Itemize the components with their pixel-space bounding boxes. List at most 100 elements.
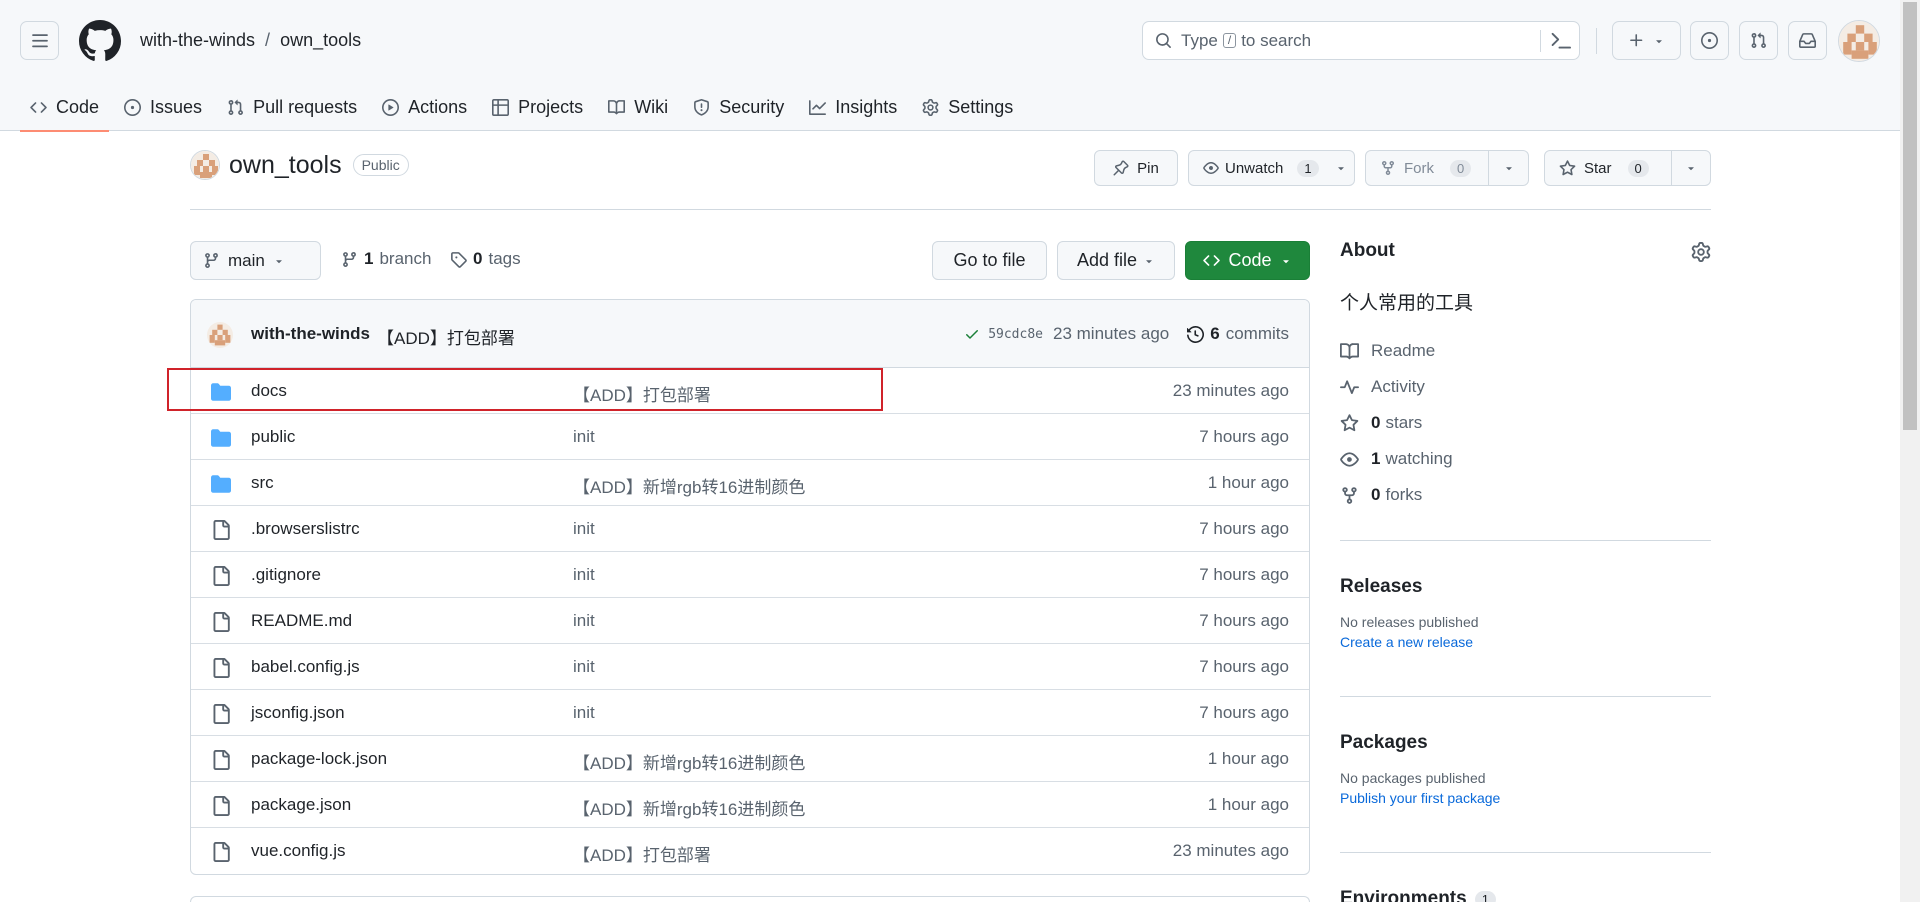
file-commit-message-link[interactable]: init: [573, 657, 595, 677]
tab-security[interactable]: Security: [683, 84, 794, 131]
scrollbar-thumb[interactable]: [1903, 2, 1917, 430]
commit-author-avatar[interactable]: [207, 322, 233, 348]
packages-heading[interactable]: Packages: [1340, 732, 1711, 754]
code-icon: [30, 102, 47, 113]
pin-icon: [1113, 160, 1129, 176]
fork-button[interactable]: Fork 0: [1366, 151, 1488, 185]
watch-dropdown-button[interactable]: [1329, 151, 1354, 185]
tab-wiki[interactable]: Wiki: [598, 84, 678, 131]
file-name-link[interactable]: public: [251, 427, 295, 447]
tab-projects[interactable]: Projects: [482, 84, 593, 131]
file-row[interactable]: .gitignore init 7 hours ago: [191, 552, 1309, 598]
file-row[interactable]: jsconfig.json init 7 hours ago: [191, 690, 1309, 736]
file-name-link[interactable]: package-lock.json: [251, 749, 387, 769]
page-scrollbar[interactable]: [1900, 0, 1920, 902]
file-row[interactable]: package.json 【ADD】新增rgb转16进制颜色 1 hour ago: [191, 782, 1309, 828]
tab-insights[interactable]: Insights: [799, 84, 907, 131]
pull-requests-button[interactable]: [1739, 21, 1778, 60]
commit-author-link[interactable]: with-the-winds: [251, 324, 370, 344]
branches-link[interactable]: 1 branch: [341, 249, 431, 269]
file-row[interactable]: README.md init 7 hours ago: [191, 598, 1309, 644]
tags-link[interactable]: 0 tags: [450, 249, 521, 269]
pin-button[interactable]: Pin: [1094, 150, 1178, 186]
file-commit-message-link[interactable]: init: [573, 519, 595, 539]
file-name-link[interactable]: babel.config.js: [251, 657, 360, 677]
file-row[interactable]: package-lock.json 【ADD】新增rgb转16进制颜色 1 hour…: [191, 736, 1309, 782]
file-commit-message-link[interactable]: init: [573, 703, 595, 723]
check-icon[interactable]: [964, 326, 980, 342]
star-button[interactable]: Star 0: [1545, 151, 1671, 185]
file-row[interactable]: vue.config.js 【ADD】打包部署 23 minutes ago: [191, 828, 1309, 874]
file-name-link[interactable]: docs: [251, 381, 287, 401]
breadcrumb-repo-link[interactable]: own_tools: [280, 30, 361, 51]
file-name-link[interactable]: vue.config.js: [251, 841, 346, 861]
search-input[interactable]: Type / to search: [1142, 21, 1580, 60]
tab-settings[interactable]: Settings: [912, 84, 1023, 131]
file-commit-message-link[interactable]: 【ADD】新增rgb转16进制颜色: [573, 795, 805, 820]
issues-button[interactable]: [1690, 21, 1729, 60]
inbox-button[interactable]: [1788, 21, 1827, 60]
file-icon-wrap: [211, 658, 231, 678]
file-name-link[interactable]: src: [251, 473, 274, 493]
issue-opened-icon: [124, 99, 142, 116]
go-to-file-button[interactable]: Go to file: [932, 241, 1047, 280]
fork-dropdown-button[interactable]: [1489, 151, 1528, 185]
file-row[interactable]: src 【ADD】新增rgb转16进制颜色 1 hour ago: [191, 460, 1309, 506]
file-commit-time: 7 hours ago: [1199, 703, 1289, 722]
file-row[interactable]: .browserslistrc init 7 hours ago: [191, 506, 1309, 552]
branch-select-button[interactable]: main: [190, 241, 321, 280]
commits-link[interactable]: 6 commits: [1187, 324, 1289, 344]
code-dropdown-button[interactable]: Code: [1185, 241, 1310, 280]
file-name-link[interactable]: .browserslistrc: [251, 519, 360, 539]
search-divider: [1540, 30, 1541, 52]
file-row[interactable]: babel.config.js init 7 hours ago: [191, 644, 1309, 690]
star-dropdown-button[interactable]: [1672, 151, 1710, 185]
environments-section[interactable]: Environments 1: [1340, 888, 1496, 902]
fork-button-group: Fork 0: [1365, 150, 1529, 186]
file-row[interactable]: public init 7 hours ago: [191, 414, 1309, 460]
file-commit-message-link[interactable]: 【ADD】新增rgb转16进制颜色: [573, 749, 805, 774]
hamburger-icon: [31, 33, 48, 47]
file-name-link[interactable]: README.md: [251, 611, 352, 631]
unwatch-button[interactable]: Unwatch 1: [1189, 151, 1329, 185]
gear-icon[interactable]: [1691, 242, 1711, 262]
tab-issues[interactable]: Issues: [114, 84, 212, 131]
repo-owner-avatar[interactable]: [190, 150, 220, 180]
menu-button[interactable]: [20, 21, 59, 60]
create-new-button[interactable]: [1612, 21, 1681, 60]
tab-insights-label: Insights: [835, 97, 898, 117]
tab-pull-requests[interactable]: Pull requests: [217, 84, 367, 131]
file-name-link[interactable]: .gitignore: [251, 565, 321, 585]
file-commit-message-link[interactable]: 【ADD】新增rgb转16进制颜色: [573, 473, 805, 498]
tab-actions[interactable]: Actions: [372, 84, 477, 131]
file-icon-wrap: [211, 520, 231, 540]
commit-message-link[interactable]: 【ADD】打包部署: [377, 324, 515, 349]
watching-link[interactable]: 1 watching: [1340, 441, 1711, 477]
file-commit-message-link[interactable]: 【ADD】打包部署: [573, 841, 711, 866]
readme-link[interactable]: Readme: [1340, 333, 1711, 369]
branch-count-label: branch: [379, 249, 432, 268]
releases-heading[interactable]: Releases: [1340, 576, 1711, 598]
repo-name-link[interactable]: own_tools: [229, 151, 342, 180]
file-name-link[interactable]: jsconfig.json: [251, 703, 345, 723]
publish-package-link[interactable]: Publish your first package: [1340, 790, 1711, 806]
forks-link[interactable]: 0 forks: [1340, 477, 1711, 513]
user-avatar[interactable]: [1838, 20, 1880, 62]
pulse-icon: [1340, 379, 1359, 394]
commit-sha-link[interactable]: 59cdc8e: [988, 327, 1043, 342]
file-commit-message-link[interactable]: init: [573, 611, 595, 631]
breadcrumb-owner-link[interactable]: with-the-winds: [140, 30, 255, 51]
file-row[interactable]: docs 【ADD】打包部署 23 minutes ago: [191, 368, 1309, 414]
activity-link[interactable]: Activity: [1340, 369, 1711, 405]
file-name-link[interactable]: package.json: [251, 795, 351, 815]
command-palette-icon[interactable]: [1551, 31, 1571, 51]
stars-link[interactable]: 0 stars: [1340, 405, 1711, 441]
tab-code[interactable]: Code: [20, 84, 110, 132]
file-commit-message-link[interactable]: init: [573, 565, 595, 585]
create-release-link[interactable]: Create a new release: [1340, 634, 1711, 650]
star-icon: [1340, 413, 1359, 431]
add-file-button[interactable]: Add file: [1057, 241, 1175, 280]
file-commit-message-link[interactable]: 【ADD】打包部署: [573, 381, 711, 406]
github-logo-icon[interactable]: [79, 20, 121, 62]
file-commit-message-link[interactable]: init: [573, 427, 595, 447]
